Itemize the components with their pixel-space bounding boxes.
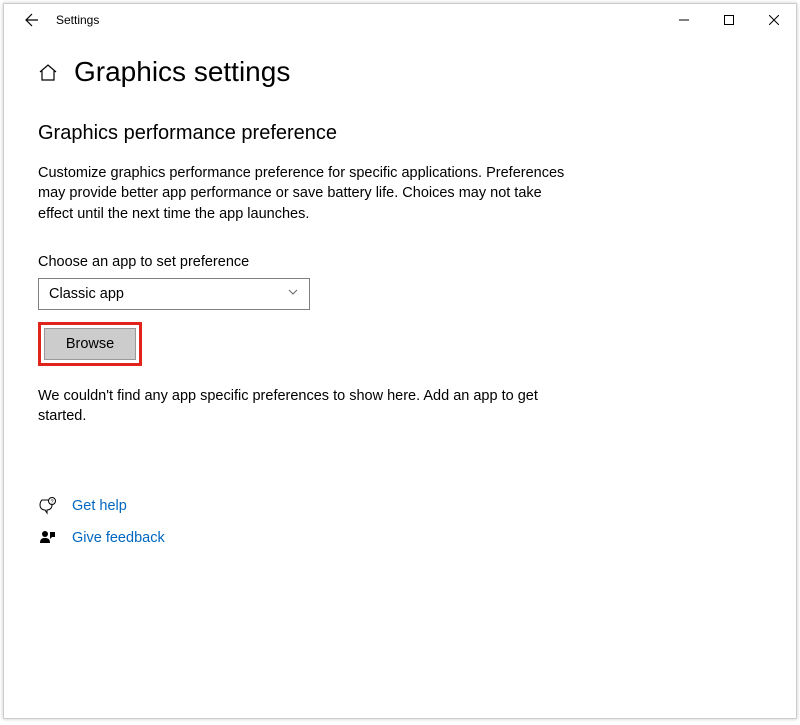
chevron-down-icon [287, 285, 299, 303]
close-icon [769, 15, 779, 25]
feedback-link-row: Give feedback [38, 528, 762, 548]
section-description: Customize graphics performance preferenc… [38, 163, 578, 224]
help-link-row: ? Get help [38, 496, 762, 516]
settings-window: Settings Graphics settings Graphics perf… [3, 3, 797, 719]
maximize-button[interactable] [706, 4, 751, 36]
back-button[interactable] [12, 4, 52, 36]
minimize-icon [679, 15, 689, 25]
close-button[interactable] [751, 4, 796, 36]
arrow-left-icon [24, 12, 40, 28]
dropdown-value: Classic app [49, 286, 287, 302]
get-help-link[interactable]: Get help [72, 498, 127, 514]
page-header: Graphics settings [38, 56, 762, 88]
minimize-button[interactable] [661, 4, 706, 36]
give-feedback-link[interactable]: Give feedback [72, 530, 165, 546]
svg-text:?: ? [50, 500, 53, 506]
feedback-icon [38, 528, 58, 548]
section-heading: Graphics performance preference [38, 122, 762, 145]
maximize-icon [724, 15, 734, 25]
browse-label: Browse [66, 336, 114, 352]
home-icon[interactable] [38, 62, 58, 82]
content-area: Graphics settings Graphics performance p… [4, 36, 796, 580]
window-controls [661, 4, 796, 36]
page-title: Graphics settings [74, 56, 290, 88]
help-icon: ? [38, 496, 58, 516]
app-type-dropdown[interactable]: Classic app [38, 278, 310, 310]
dropdown-label: Choose an app to set preference [38, 254, 762, 270]
window-title: Settings [56, 13, 99, 27]
highlight-annotation: Browse [38, 322, 142, 366]
browse-button[interactable]: Browse [44, 328, 136, 360]
titlebar: Settings [4, 4, 796, 36]
empty-state-message: We couldn't find any app specific prefer… [38, 386, 578, 427]
